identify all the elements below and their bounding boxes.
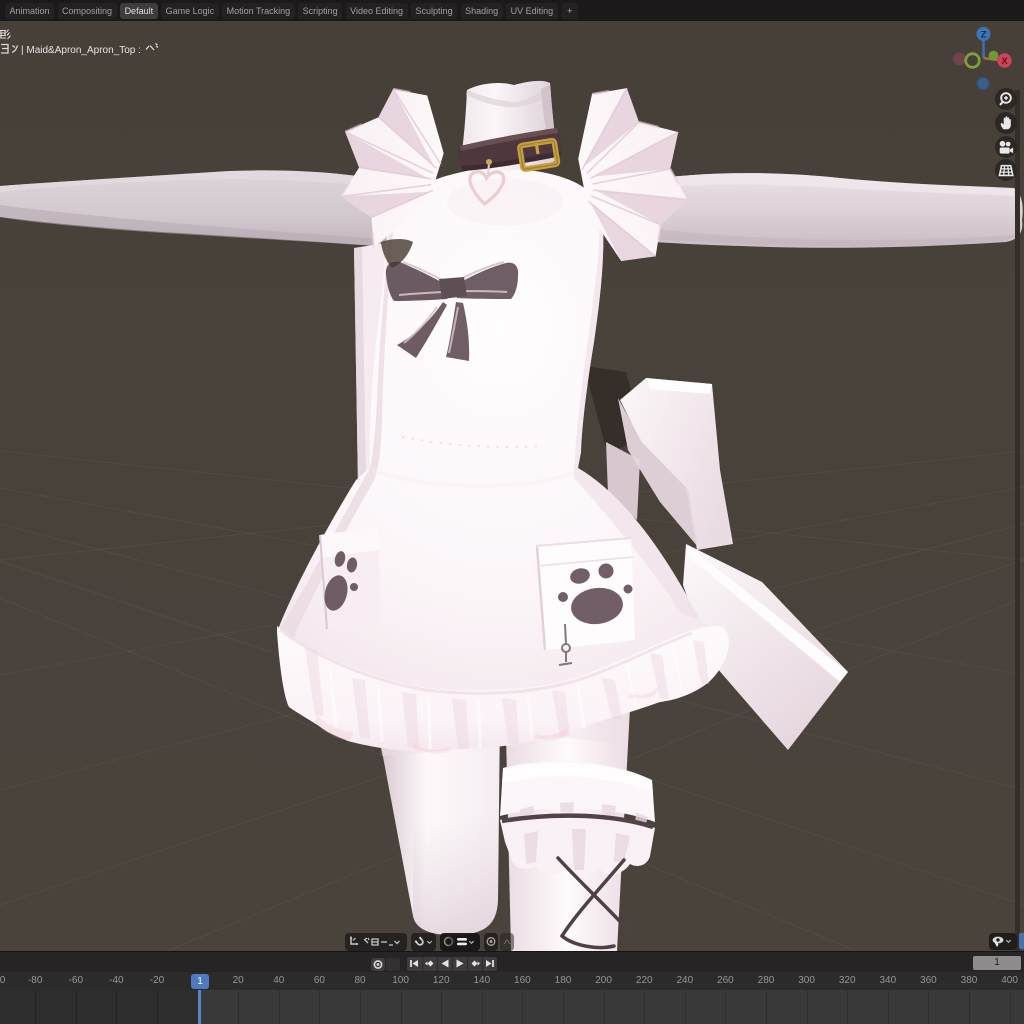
- svg-text:Z: Z: [981, 30, 987, 41]
- svg-text:X: X: [1001, 56, 1008, 67]
- svg-text:| Maid&Apron_Apron_Top :: | Maid&Apron_Apron_Top :: [21, 45, 141, 56]
